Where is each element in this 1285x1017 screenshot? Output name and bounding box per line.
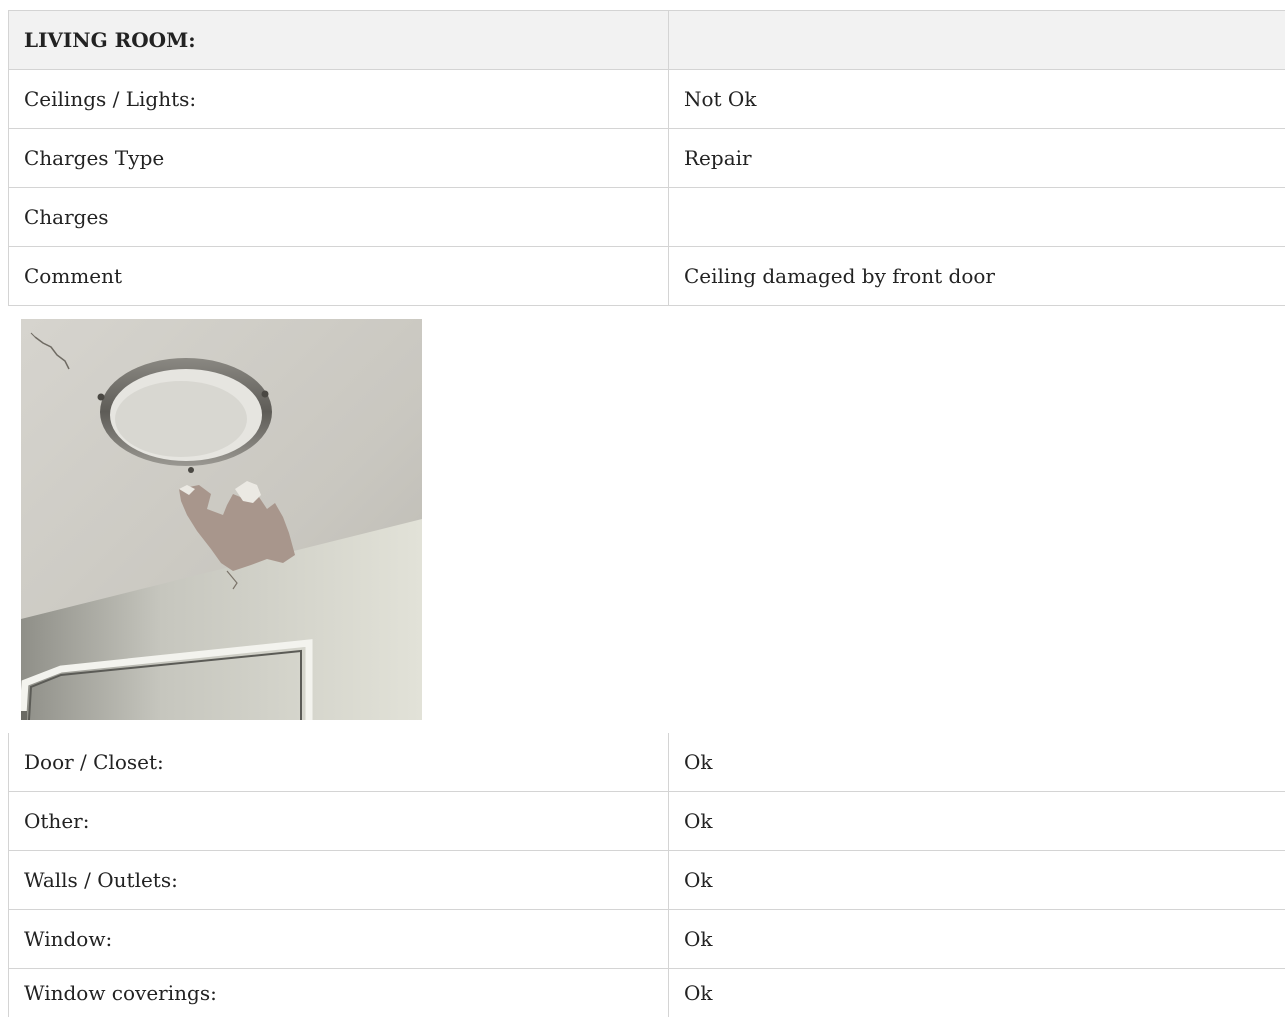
- row-value: Ok: [668, 968, 1285, 1017]
- row-label: Window:: [8, 909, 669, 969]
- table-row: Charges Type Repair: [8, 128, 1285, 188]
- ceiling-damage-photo-image: [21, 319, 422, 720]
- row-label: Window coverings:: [8, 968, 669, 1017]
- table-row: Charges: [8, 187, 1285, 247]
- table-row: Door / Closet: Ok: [8, 733, 1285, 792]
- row-value: Ok: [668, 909, 1285, 969]
- row-label: Charges Type: [8, 128, 669, 188]
- row-label: Charges: [8, 187, 669, 247]
- living-room-table: LIVING ROOM: Ceilings / Lights: Not Ok C…: [8, 10, 1285, 306]
- section-header-row: LIVING ROOM:: [8, 10, 1285, 70]
- table-row: Walls / Outlets: Ok: [8, 850, 1285, 910]
- row-value: Ok: [668, 791, 1285, 851]
- row-value: Not Ok: [668, 69, 1285, 129]
- row-value: Repair: [668, 128, 1285, 188]
- row-label: Ceilings / Lights:: [8, 69, 669, 129]
- section-header-value: [668, 10, 1285, 70]
- table-row: Ceilings / Lights: Not Ok: [8, 69, 1285, 129]
- row-value: Ok: [668, 733, 1285, 792]
- table-row: Comment Ceiling damaged by front door: [8, 246, 1285, 306]
- row-value: Ok: [668, 850, 1285, 910]
- row-label: Door / Closet:: [8, 733, 669, 792]
- section-title: LIVING ROOM:: [8, 10, 669, 70]
- row-label: Comment: [8, 246, 669, 306]
- table-row: Window: Ok: [8, 909, 1285, 969]
- living-room-items-table: Door / Closet: Ok Other: Ok Walls / Outl…: [8, 733, 1285, 1017]
- row-label: Walls / Outlets:: [8, 850, 669, 910]
- row-value: Ceiling damaged by front door: [668, 246, 1285, 306]
- row-value: [668, 187, 1285, 247]
- table-row: Other: Ok: [8, 791, 1285, 851]
- damage-photo[interactable]: [21, 319, 422, 720]
- table-row: Window coverings: Ok: [8, 968, 1285, 1017]
- row-label: Other:: [8, 791, 669, 851]
